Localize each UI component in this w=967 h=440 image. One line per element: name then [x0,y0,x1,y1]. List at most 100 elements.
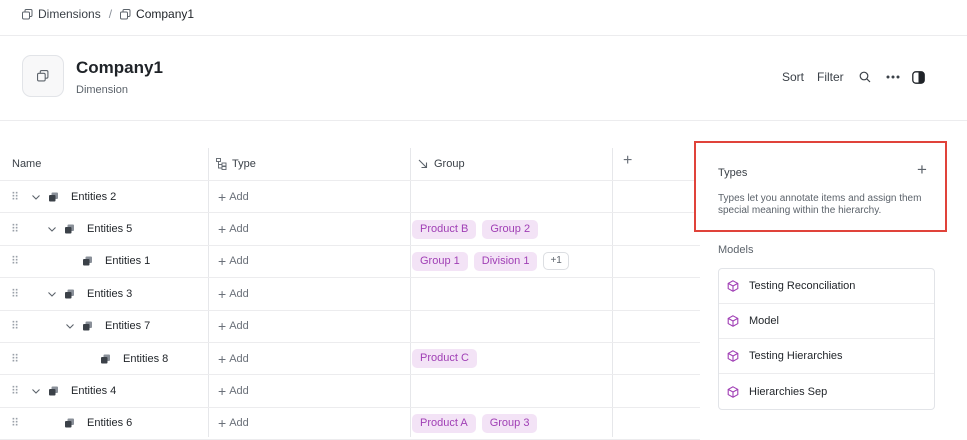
drag-handle-icon[interactable]: ⠿ [11,190,19,203]
name-cell: ⠿ Entities 3 [0,278,208,309]
drag-handle-icon[interactable]: ⠿ [11,255,19,268]
cube-icon [727,315,739,327]
type-add-label: Add [229,287,249,300]
drag-handle-icon[interactable]: ⠿ [11,320,19,333]
model-label: Model [749,315,779,327]
name-cell: ⠿ Entities 7 [0,311,208,342]
group-tag[interactable]: Product A [412,413,476,433]
add-column-button[interactable]: + [623,152,632,170]
table-row[interactable]: ⠿ Entities 5 + Add Product B Group 2 [0,213,700,246]
breadcrumb: Dimensions / Company1 [22,6,194,22]
entity-icon [83,256,92,266]
entity-icon [65,289,74,299]
model-item[interactable]: Testing Reconciliation [719,269,934,304]
header-divider [0,35,967,36]
table-row[interactable]: ⠿ Entities 1 + Add Group 1 Division 1 +1 [0,246,700,279]
type-add-button[interactable]: + Add [218,213,249,244]
plus-icon: + [218,350,227,367]
drag-handle-icon[interactable]: ⠿ [11,385,19,398]
entity-label: Entities 6 [87,417,133,430]
column-header-name[interactable]: Name [0,148,220,180]
entity-label: Entities 5 [87,223,133,236]
model-item[interactable]: Testing Hierarchies [719,339,934,374]
table-row[interactable]: ⠿ Entities 4 + Add [0,375,700,408]
chevron-down-icon[interactable] [32,386,40,396]
group-tag[interactable]: Group 3 [481,413,538,433]
type-add-button[interactable]: + Add [218,181,249,212]
cube-icon [727,280,739,292]
add-type-button[interactable]: + [917,160,927,180]
page-subtitle: Dimension [76,84,128,96]
page-title: Company1 [76,58,163,77]
group-tag[interactable]: Product B [412,219,477,239]
model-item[interactable]: Model [719,304,934,339]
drag-handle-icon[interactable]: ⠿ [11,223,19,236]
name-cell: ⠿ Entities 6 [0,408,208,439]
drag-handle-icon[interactable]: ⠿ [11,287,19,300]
model-item[interactable]: Hierarchies Sep [719,374,934,409]
toolbar-divider [0,120,967,121]
more-options-icon[interactable] [886,75,900,79]
dimension-icon [37,67,49,85]
entity-icon [65,224,74,234]
group-cell[interactable]: Product C [412,343,477,374]
drag-handle-icon[interactable]: ⠿ [11,352,19,365]
type-add-button[interactable]: + Add [218,246,249,277]
name-cell: ⠿ Entities 5 [0,213,208,244]
types-title: Types [718,167,748,179]
cube-icon [727,385,739,398]
plus-icon: + [218,221,227,238]
panel-toggle-icon[interactable] [911,70,925,84]
column-header-group-label: Group [434,158,465,170]
chevron-down-icon[interactable] [48,224,56,234]
name-cell: ⠿ Entities 2 [0,181,208,212]
plus-icon: + [218,253,227,270]
search-icon[interactable] [859,71,871,83]
breadcrumb-separator: / [108,7,113,21]
group-cell[interactable]: Group 1 Division 1 +1 [412,246,569,277]
group-tag[interactable]: Product C [412,349,477,369]
type-add-label: Add [229,352,249,365]
breadcrumb-item-current[interactable]: Company1 [120,7,194,21]
drag-handle-icon[interactable]: ⠿ [11,417,19,430]
plus-icon: + [218,285,227,302]
group-cell[interactable]: Product A Group 3 [412,408,538,439]
cube-icon [727,350,739,362]
more-groups-badge[interactable]: +1 [543,252,569,271]
type-add-label: Add [229,320,249,333]
model-label: Testing Reconciliation [749,280,856,292]
column-header-type[interactable]: Type [216,148,256,180]
group-tag[interactable]: Group 2 [482,219,539,239]
models-title: Models [718,244,754,256]
type-add-label: Add [229,223,249,236]
breadcrumb-current-label: Company1 [136,7,195,21]
dimension-avatar [22,55,64,97]
types-description: Types let you annotate items and assign … [718,193,922,216]
name-cell: ⠿ Entities 1 [0,246,208,277]
breadcrumb-item-dimensions[interactable]: Dimensions [22,7,101,21]
chevron-down-icon[interactable] [48,289,56,299]
type-add-button[interactable]: + Add [218,343,249,374]
chevron-down-icon[interactable] [32,192,40,202]
group-tag[interactable]: Group 1 [412,251,468,271]
filter-button[interactable]: Filter [817,70,844,84]
table-row[interactable]: ⠿ Entities 3 + Add [0,278,700,311]
chevron-down-icon[interactable] [66,321,74,331]
type-add-button[interactable]: + Add [218,408,249,439]
dimension-icon [120,7,131,21]
group-cell[interactable]: Product B Group 2 [412,213,539,244]
column-header-group[interactable]: Group [418,148,465,180]
table-row[interactable]: ⠿ Entities 6 + Add Product A Group 3 [0,408,700,440]
table-row[interactable]: ⠿ Entities 8 + Add Product C [0,343,700,376]
group-tag[interactable]: Division 1 [473,251,538,271]
type-add-button[interactable]: + Add [218,375,249,406]
entity-label: Entities 7 [105,320,151,333]
type-add-button[interactable]: + Add [218,278,249,309]
table-row[interactable]: ⠿ Entities 7 + Add [0,311,700,343]
entity-label: Entities 8 [123,352,169,365]
entity-label: Entities 1 [105,255,151,268]
sort-button[interactable]: Sort [782,70,804,84]
type-add-button[interactable]: + Add [218,311,249,342]
table-row[interactable]: ⠿ Entities 2 + Add [0,181,700,214]
plus-icon: + [218,383,227,400]
